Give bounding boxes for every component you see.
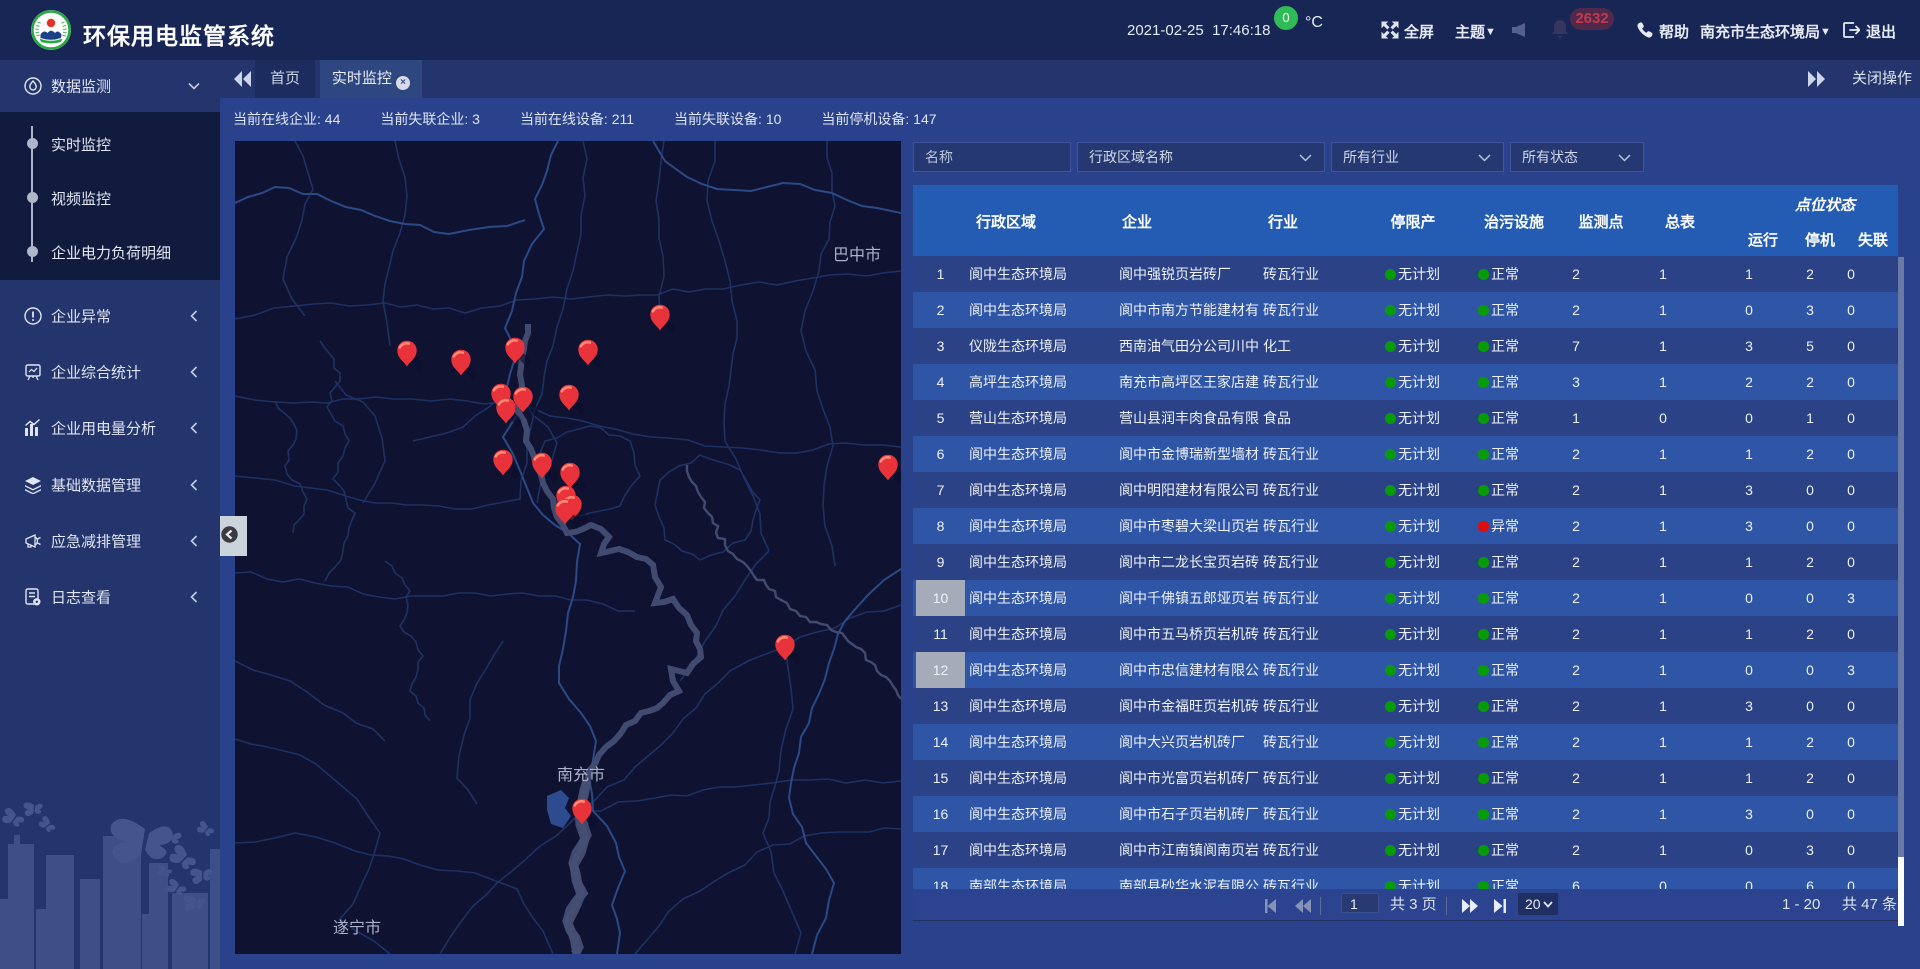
svg-text:南充市: 南充市 (557, 766, 605, 784)
svg-text:遂宁市: 遂宁市 (333, 919, 381, 937)
svg-text:巴中市: 巴中市 (833, 246, 881, 264)
